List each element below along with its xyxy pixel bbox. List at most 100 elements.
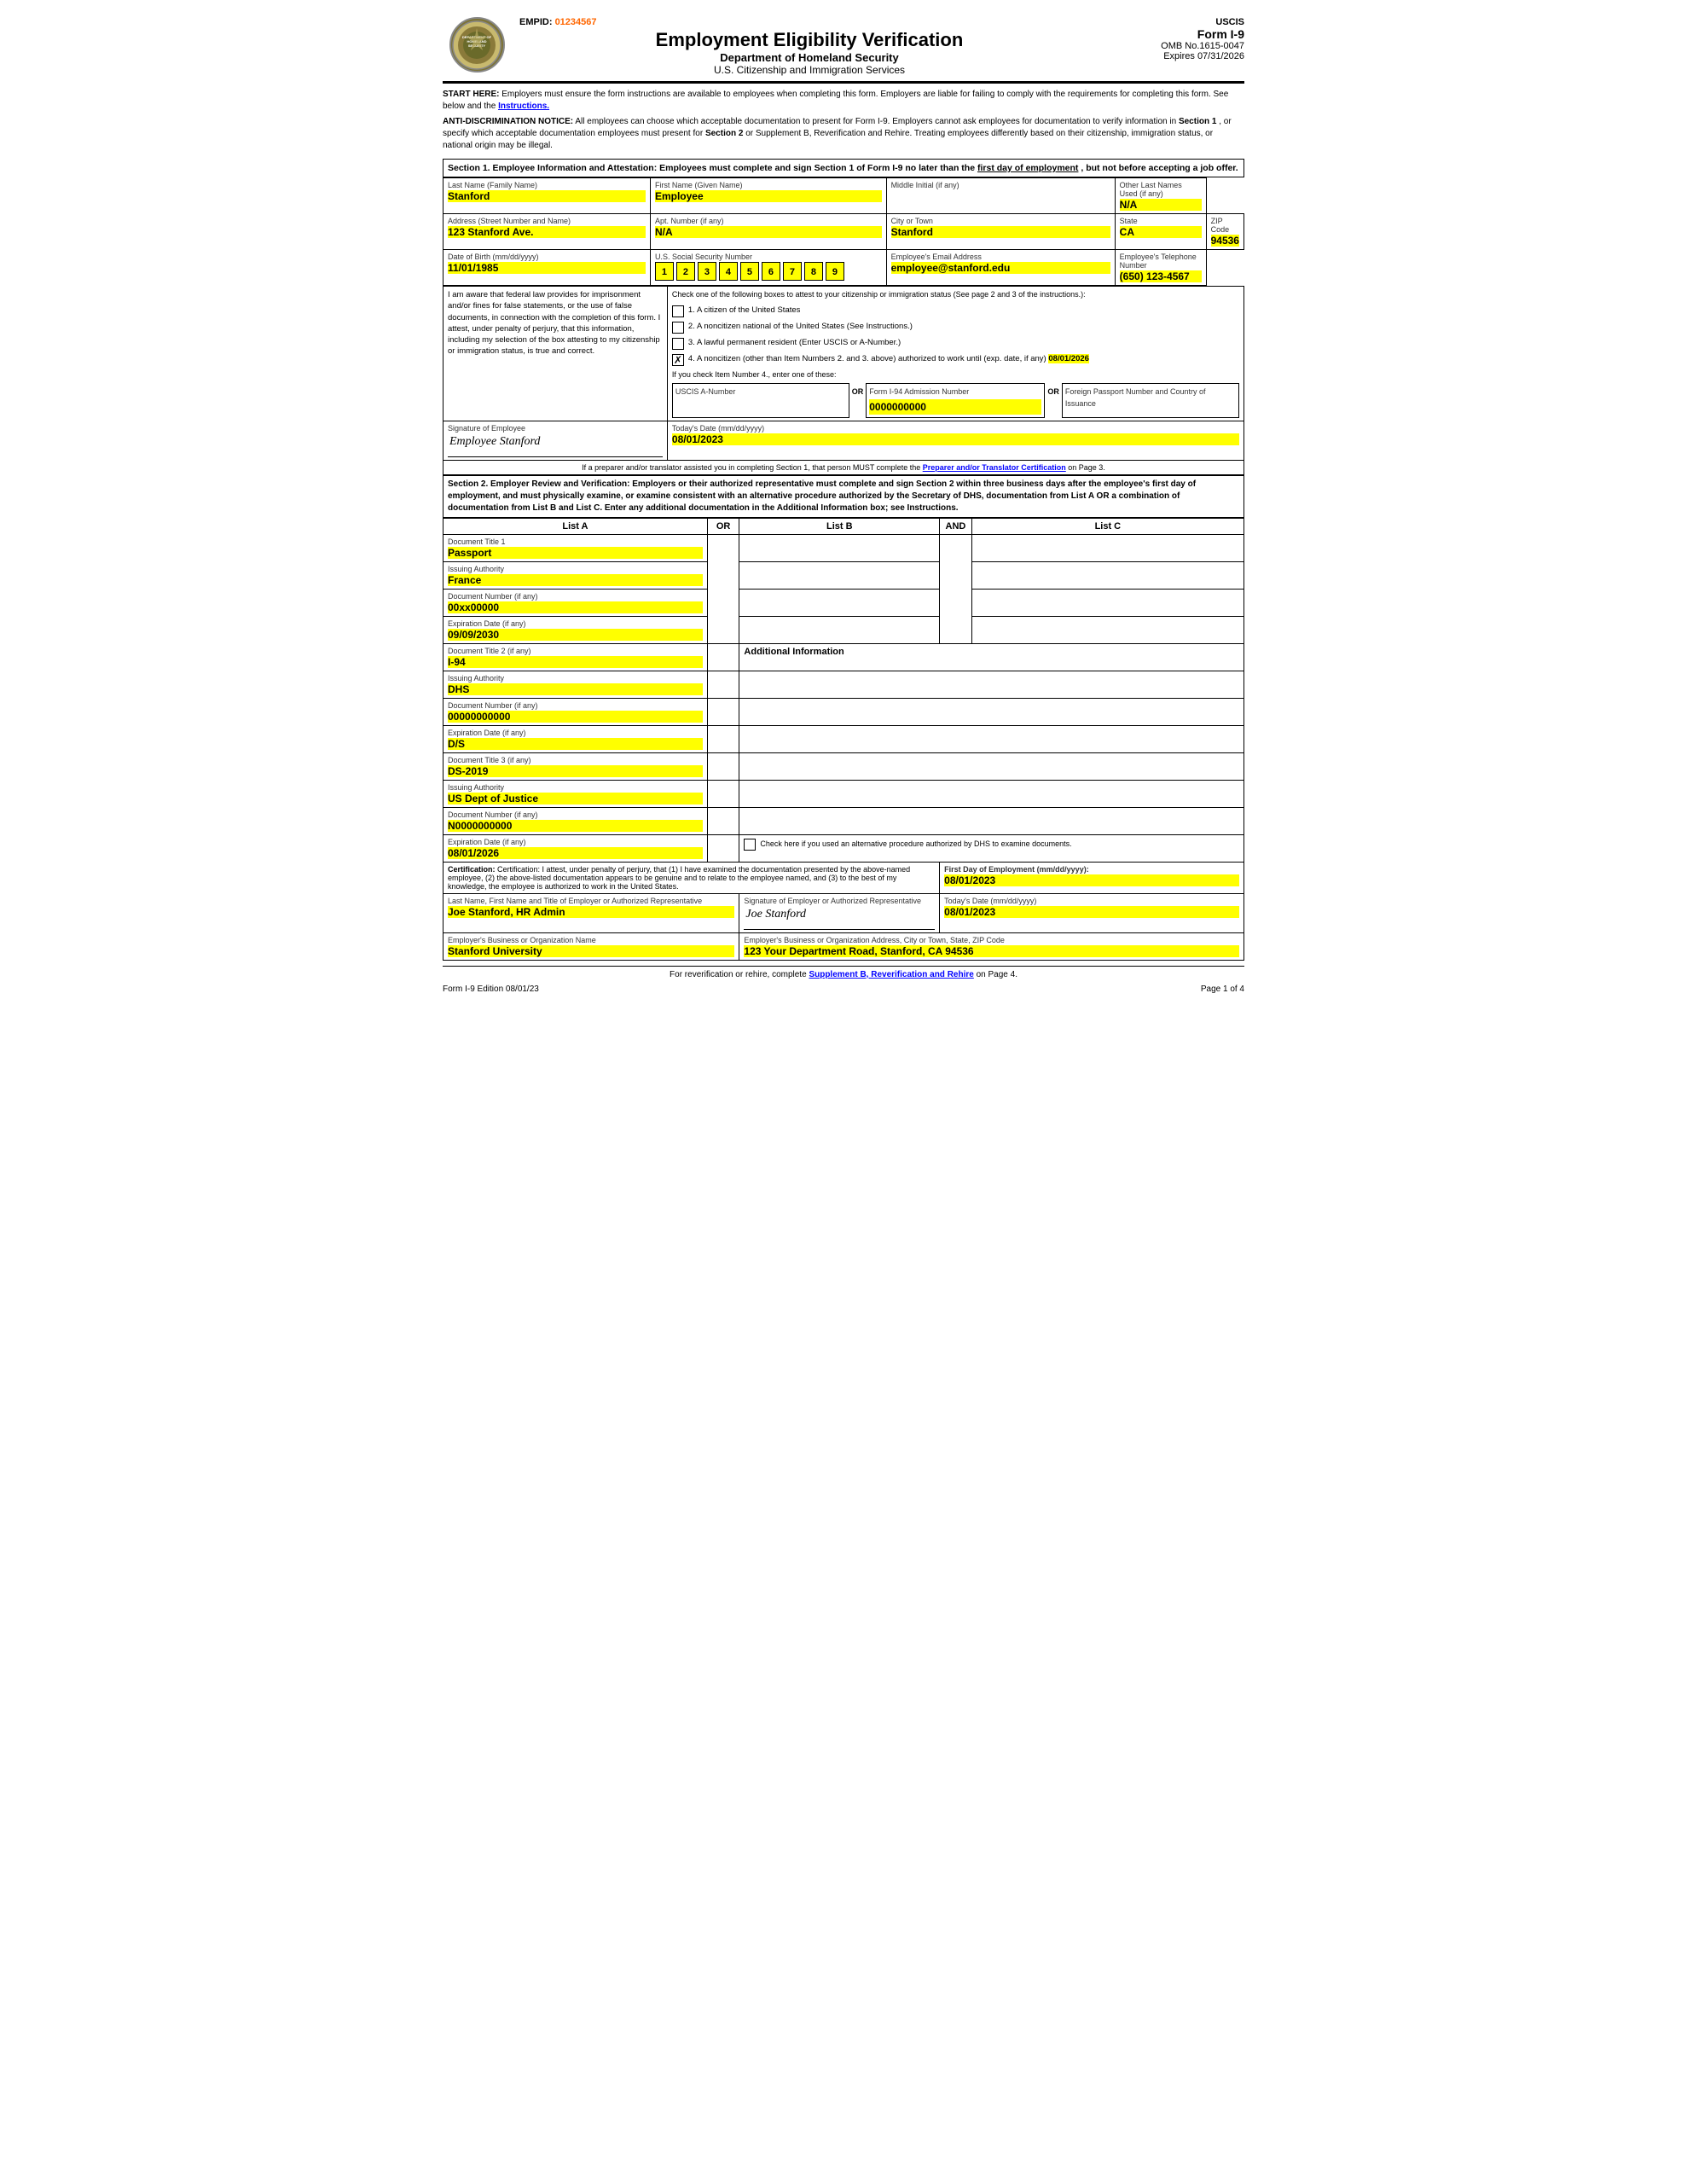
checkbox-row-3: 3. A lawful permanent resident (Enter US… xyxy=(672,337,1239,350)
rep-name-cell: Last Name, First Name and Title of Emplo… xyxy=(443,893,739,932)
cert-row: Certification: Certification: I attest, … xyxy=(443,862,1244,893)
checkbox-1[interactable] xyxy=(672,305,684,317)
issuing3-row: Issuing Authority US Dept of Justice xyxy=(443,780,1244,807)
instructions-link[interactable]: Instructions. xyxy=(498,102,549,111)
zip-label: ZIP Code xyxy=(1211,217,1239,234)
list-c-doc1 xyxy=(971,534,1244,561)
city-value: Stanford xyxy=(891,226,1110,238)
expdate2-row: Expiration Date (if any) D/S xyxy=(443,725,1244,752)
doc2-title-value: I-94 xyxy=(448,656,703,668)
dob-row: Date of Birth (mm/dd/yyyy) 11/01/1985 U.… xyxy=(443,250,1244,286)
list-b-doc1 xyxy=(739,534,940,561)
list-c-header: List C xyxy=(971,518,1244,534)
expires: Expires 07/31/2026 xyxy=(1108,51,1244,61)
rep-sig-cell: Signature of Employer or Authorized Repr… xyxy=(739,893,940,932)
address-label: Address (Street Number and Name) xyxy=(448,217,646,225)
rep-date-cell: Today's Date (mm/dd/yyyy) 08/01/2023 xyxy=(940,893,1244,932)
doc1-title-value: Passport xyxy=(448,547,703,559)
ssn-boxes: 1 2 3 4 5 6 7 8 9 xyxy=(655,262,882,281)
preparer-note-page: on Page 3. xyxy=(1068,463,1105,472)
attestation-table: I am aware that federal law provides for… xyxy=(443,286,1244,475)
checkbox-row-2: 2. A noncitizen national of the United S… xyxy=(672,321,1239,334)
checkbox-2[interactable] xyxy=(672,322,684,334)
org-addr-value: 123 Your Department Road, Stanford, CA 9… xyxy=(744,945,1239,957)
docnum2-label: Document Number (if any) xyxy=(448,701,703,710)
or-spacer4 xyxy=(707,698,739,725)
rep-date-value: 08/01/2023 xyxy=(944,906,1239,918)
or-spacer xyxy=(707,534,739,643)
empid-label: EMPID: xyxy=(519,17,553,27)
dept-line: Department of Homeland Security xyxy=(519,51,1099,64)
list-c-expdate1 xyxy=(971,616,1244,643)
omb-number: OMB No.1615-0047 xyxy=(1108,41,1244,51)
section1-header: Section 1. Employee Information and Atte… xyxy=(443,159,1244,177)
cert-right-cell: First Day of Employment (mm/dd/yyyy): 08… xyxy=(940,862,1244,893)
apt-cell: Apt. Number (if any) N/A xyxy=(650,214,886,250)
docnum3-value: N0000000000 xyxy=(448,820,703,832)
alt-proc-checkbox[interactable] xyxy=(744,839,756,851)
sig-label-cell: Signature of Employee Employee Stanford xyxy=(443,421,668,460)
first-name-label: First Name (Given Name) xyxy=(655,181,882,189)
email-cell: Employee's Email Address employee@stanfo… xyxy=(886,250,1115,286)
or-spacer5 xyxy=(707,725,739,752)
page-footer: Form I-9 Edition 08/01/23 Page 1 of 4 xyxy=(443,985,1244,994)
rep-date-label: Today's Date (mm/dd/yyyy) xyxy=(944,897,1239,905)
org-addr-label: Employer's Business or Organization Addr… xyxy=(744,936,1239,944)
or2: OR xyxy=(1045,384,1063,418)
and-spacer xyxy=(940,534,972,643)
doc1-title-cell: Document Title 1 Passport xyxy=(443,534,708,561)
expdate1-row: Expiration Date (if any) 09/09/2030 xyxy=(443,616,1244,643)
checkbox-3[interactable] xyxy=(672,338,684,350)
checkbox-4[interactable] xyxy=(672,354,684,366)
attestation-row: I am aware that federal law provides for… xyxy=(443,287,1244,421)
or-spacer9 xyxy=(707,834,739,862)
preparer-link[interactable]: Preparer and/or Translator Certification xyxy=(923,463,1066,472)
anti-disc-notice: ANTI-DISCRIMINATION NOTICE: All employee… xyxy=(443,116,1244,152)
sig-label: Signature of Employee xyxy=(448,424,663,433)
checkbox-row-1: 1. A citizen of the United States xyxy=(672,305,1239,317)
cert-text: Certification: I attest, under penalty o… xyxy=(448,865,910,891)
doc3-title-cell: Document Title 3 (if any) DS-2019 xyxy=(443,752,708,780)
sig-date-cell: Today's Date (mm/dd/yyyy) 08/01/2023 xyxy=(667,421,1244,460)
or-col: OR xyxy=(707,518,739,534)
expdate3-cell: Expiration Date (if any) 08/01/2026 xyxy=(443,834,708,862)
notices: START HERE: Employers must ensure the fo… xyxy=(443,89,1244,152)
other-names-label: Other Last Names Used (if any) xyxy=(1120,181,1202,198)
issuing2-cell: Issuing Authority DHS xyxy=(443,671,708,698)
issuing1-label: Issuing Authority xyxy=(448,565,703,573)
exp-date: 08/01/2026 xyxy=(1048,354,1089,363)
rep-name-value: Joe Stanford, HR Admin xyxy=(448,906,734,918)
docnum2-value: 00000000000 xyxy=(448,711,703,723)
passport-cell: Foreign Passport Number and Country of I… xyxy=(1062,384,1238,418)
issuing2-value: DHS xyxy=(448,683,703,695)
checkbox-intro: Check one of the following boxes to atte… xyxy=(672,289,1239,301)
empid-value: 01234567 xyxy=(555,17,597,27)
or-spacer8 xyxy=(707,807,739,834)
first-day-label: First Day of Employment (mm/dd/yyyy): xyxy=(944,865,1239,874)
docnum2-row: Document Number (if any) 00000000000 xyxy=(443,698,1244,725)
uscis-a-label: USCIS A-Number xyxy=(675,386,846,398)
list-b-issuing1 xyxy=(739,561,940,589)
list-b-docnum1 xyxy=(739,589,940,616)
org-addr-cell: Employer's Business or Organization Addr… xyxy=(739,932,1244,960)
last-name-cell: Last Name (Family Name) Stanford xyxy=(443,178,651,214)
admission-row: USCIS A-Number OR Form I-94 Admission Nu… xyxy=(672,384,1238,418)
list-c-issuing1 xyxy=(971,561,1244,589)
attestation-right: Check one of the following boxes to atte… xyxy=(672,289,1239,418)
list-c-docnum1 xyxy=(971,589,1244,616)
supplement-b-link[interactable]: Supplement B, Reverification and Rehire xyxy=(809,970,973,979)
phone-cell: Employee's Telephone Number (650) 123-45… xyxy=(1115,250,1206,286)
sig-date: 08/01/2023 xyxy=(672,433,1239,445)
checkbox-3-label: 3. A lawful permanent resident (Enter US… xyxy=(688,337,901,349)
col-headers: List A OR List B AND List C xyxy=(443,518,1244,534)
expdate3-row: Expiration Date (if any) 08/01/2026 Chec… xyxy=(443,834,1244,862)
docnum1-label: Document Number (if any) xyxy=(448,592,703,601)
sig-value: Employee Stanford xyxy=(448,433,663,457)
preparer-row: If a preparer and/or translator assisted… xyxy=(443,460,1244,474)
issuing3-value: US Dept of Justice xyxy=(448,793,703,804)
ssn-digit-5: 5 xyxy=(740,262,759,281)
header-middle: EMPID: 01234567 Employment Eligibility V… xyxy=(511,17,1108,76)
form-title: Employment Eligibility Verification xyxy=(519,29,1099,51)
attestation-right-cell: Check one of the following boxes to atte… xyxy=(667,287,1244,421)
org-name-value: Stanford University xyxy=(448,945,734,957)
